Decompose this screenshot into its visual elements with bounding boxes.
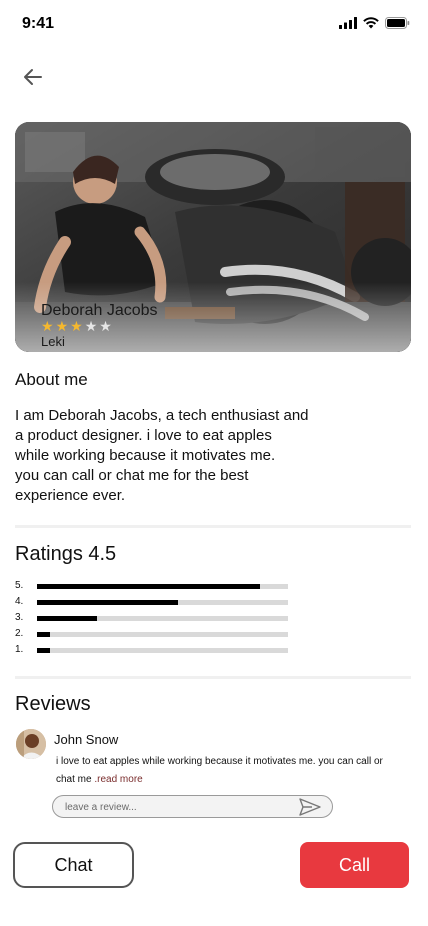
call-button[interactable]: Call <box>300 842 409 888</box>
divider <box>15 525 411 528</box>
star-empty-icon: ★ <box>99 318 112 334</box>
star-empty-icon: ★ <box>84 318 98 334</box>
star-filled-icon: ★ <box>41 318 54 334</box>
rating-label: 2. <box>15 628 24 639</box>
reviews-title: Reviews <box>15 693 91 715</box>
send-button[interactable] <box>298 797 322 817</box>
status-icons <box>339 17 410 29</box>
star-filled-icon: ★ <box>70 318 83 334</box>
status-time: 9:41 <box>22 15 55 32</box>
read-more-link[interactable]: .read more <box>94 774 142 785</box>
status-bar: 9:41 <box>0 0 428 48</box>
star-rating: ★ ★ ★ ★ ★ <box>41 319 112 333</box>
rating-bar-fill <box>37 632 50 637</box>
profile-location: Leki <box>41 334 65 349</box>
rating-label: 5. <box>15 580 24 591</box>
review-text: i love to eat apples while working becau… <box>56 753 386 789</box>
avatar <box>16 729 46 759</box>
rating-row: 5. <box>15 580 295 594</box>
rating-bar-fill <box>37 616 98 621</box>
rating-bar-track <box>37 616 288 621</box>
arrow-left-icon <box>24 69 42 85</box>
battery-icon <box>385 17 410 29</box>
send-icon <box>299 798 321 816</box>
rating-row: 1. <box>15 644 295 658</box>
rating-bar-fill <box>37 584 261 589</box>
rating-bar-fill <box>37 600 178 605</box>
wifi-icon <box>363 17 379 29</box>
rating-bar-track <box>37 632 288 637</box>
rating-bar-track <box>37 600 288 605</box>
rating-row: 2. <box>15 628 295 642</box>
review-input[interactable] <box>65 799 295 815</box>
about-title: About me <box>15 370 88 389</box>
rating-label: 4. <box>15 596 24 607</box>
about-text: I am Deborah Jacobs, a tech enthusiast a… <box>15 407 309 504</box>
review-input-container <box>52 795 333 818</box>
profile-hero-card: Deborah Jacobs ★ ★ ★ ★ ★ Leki <box>15 122 411 352</box>
divider <box>15 676 411 679</box>
rating-label: 3. <box>15 612 24 623</box>
rating-row: 3. <box>15 612 295 626</box>
reviewer-name: John Snow <box>54 732 119 747</box>
rating-label: 1. <box>15 644 24 655</box>
rating-bar-fill <box>37 648 50 653</box>
signal-icon <box>339 17 357 29</box>
rating-bar-track <box>37 584 288 589</box>
rating-row: 4. <box>15 596 295 610</box>
chat-button[interactable]: Chat <box>13 842 134 888</box>
star-filled-icon: ★ <box>55 318 69 334</box>
back-button[interactable] <box>18 62 48 92</box>
rating-bar-track <box>37 648 288 653</box>
ratings-title: Ratings 4.5 <box>15 543 117 565</box>
